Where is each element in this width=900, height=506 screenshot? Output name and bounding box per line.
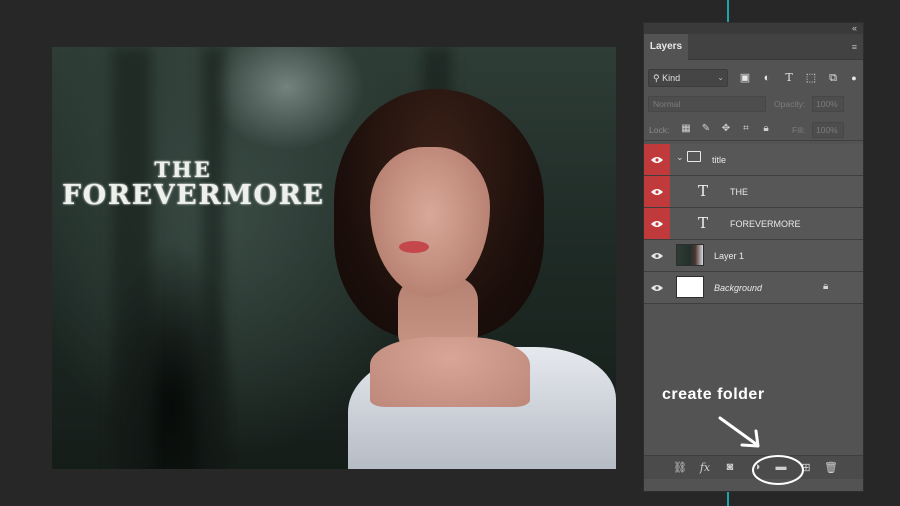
lock-position-icon[interactable]: ✥ <box>720 123 732 134</box>
layer-name: FOREVERMORE <box>730 218 801 229</box>
filter-kind-label: Kind <box>662 73 681 83</box>
layer-row-forevermore[interactable]: T FOREVERMORE <box>644 208 863 240</box>
visibility-eye-icon[interactable] <box>644 176 670 207</box>
layer-row-title-group[interactable]: ⌄ title <box>644 144 863 176</box>
tab-layers[interactable]: Layers <box>644 34 688 60</box>
visibility-eye-icon[interactable] <box>644 272 670 303</box>
layer-name: THE <box>730 186 748 197</box>
canvas-title-the: THE <box>154 157 212 182</box>
collapse-panel-icon[interactable]: « <box>852 23 857 34</box>
lock-artboard-icon[interactable]: ⌗ <box>740 123 752 134</box>
layer-row-the[interactable]: T THE <box>644 176 863 208</box>
opacity-label: Opacity: <box>774 99 806 109</box>
lock-image-icon[interactable]: ✎ <box>700 123 712 134</box>
tree-trunk <box>112 47 152 469</box>
visibility-eye-icon[interactable] <box>644 208 670 239</box>
annotation-label: create folder <box>662 386 765 403</box>
delete-layer-icon[interactable]: 🗑︎ <box>824 461 838 474</box>
type-filter-icon[interactable]: T <box>782 71 796 85</box>
layer-row-layer-1[interactable]: Layer 1 <box>644 240 863 272</box>
folder-icon <box>687 151 701 162</box>
new-layer-icon[interactable]: ⊞ <box>799 461 813 474</box>
type-layer-icon: T <box>698 182 709 200</box>
filter-row: ⚲ Kind ⌄ ▣ ◐ T ⬚ ⧉ ● <box>644 66 863 90</box>
lock-transparency-icon[interactable]: ▦ <box>680 123 692 134</box>
canvas-title-forevermore: FOREVERMORE <box>62 180 325 211</box>
lock-all-icon[interactable]: 🔒︎ <box>760 123 772 134</box>
photo-chest <box>370 337 530 407</box>
image-filter-icon[interactable]: ▣ <box>738 71 752 85</box>
layers-bottom-bar: ⛓ fx ◙ ◑ ▬ ⊞ 🗑︎ <box>644 455 863 479</box>
filter-toggle-icon[interactable]: ● <box>847 71 861 85</box>
tree-trunk <box>202 47 224 469</box>
lock-row: Lock: ▦ ✎ ✥ ⌗ 🔒︎ Fill: 100% <box>644 119 863 141</box>
fill-label: Fill: <box>792 125 806 135</box>
panel-tabbar: Layers ≡ <box>644 34 863 60</box>
visibility-eye-icon[interactable] <box>644 240 670 271</box>
lock-label: Lock: <box>649 125 670 135</box>
layer-name: title <box>712 154 727 165</box>
blend-mode-select[interactable]: Normal <box>648 96 766 112</box>
shape-filter-icon[interactable]: ⬚ <box>804 71 818 85</box>
workspace: THE FOREVERMORE « Layers ≡ ⚲ Kind ⌄ ▣ ◐ … <box>0 0 900 506</box>
adjustment-filter-icon[interactable]: ◐ <box>760 71 774 85</box>
fx-icon[interactable]: fx <box>698 461 712 474</box>
smart-object-filter-icon[interactable]: ⧉ <box>826 71 840 85</box>
document-canvas[interactable]: THE FOREVERMORE <box>52 47 616 469</box>
layer-name: Layer 1 <box>714 250 745 261</box>
search-icon: ⚲ <box>653 73 660 83</box>
fill-input[interactable]: 100% <box>812 122 844 138</box>
photo-lips <box>399 241 429 253</box>
layer-name: Background <box>714 282 763 293</box>
create-group-icon[interactable]: ▬ <box>774 461 788 473</box>
visibility-eye-icon[interactable] <box>644 144 670 175</box>
layer-row-background[interactable]: Background 🔒︎ <box>644 272 863 304</box>
blend-row: Normal Opacity: 100% <box>644 94 863 114</box>
adjustment-layer-icon[interactable]: ◑ <box>750 461 764 473</box>
chevron-down-icon: ⌄ <box>717 73 724 82</box>
filter-kind-select[interactable]: ⚲ Kind ⌄ <box>648 69 728 87</box>
type-layer-icon: T <box>698 214 709 232</box>
layers-panel: « Layers ≡ ⚲ Kind ⌄ ▣ ◐ T ⬚ ⧉ ● Normal O… <box>643 22 864 492</box>
panel-header: « <box>644 23 863 34</box>
layers-list: ⌄ title T THE T FOREVERMORE Layer 1 Back… <box>644 144 863 304</box>
add-mask-icon[interactable]: ◙ <box>723 461 737 473</box>
opacity-input[interactable]: 100% <box>812 96 844 112</box>
layer-thumbnail <box>676 276 704 298</box>
panel-menu-icon[interactable]: ≡ <box>852 42 857 52</box>
chevron-down-icon[interactable]: ⌄ <box>676 152 684 163</box>
layer-thumbnail <box>676 244 704 266</box>
lock-icon: 🔒︎ <box>823 281 829 292</box>
link-layers-icon[interactable]: ⛓ <box>673 461 687 474</box>
